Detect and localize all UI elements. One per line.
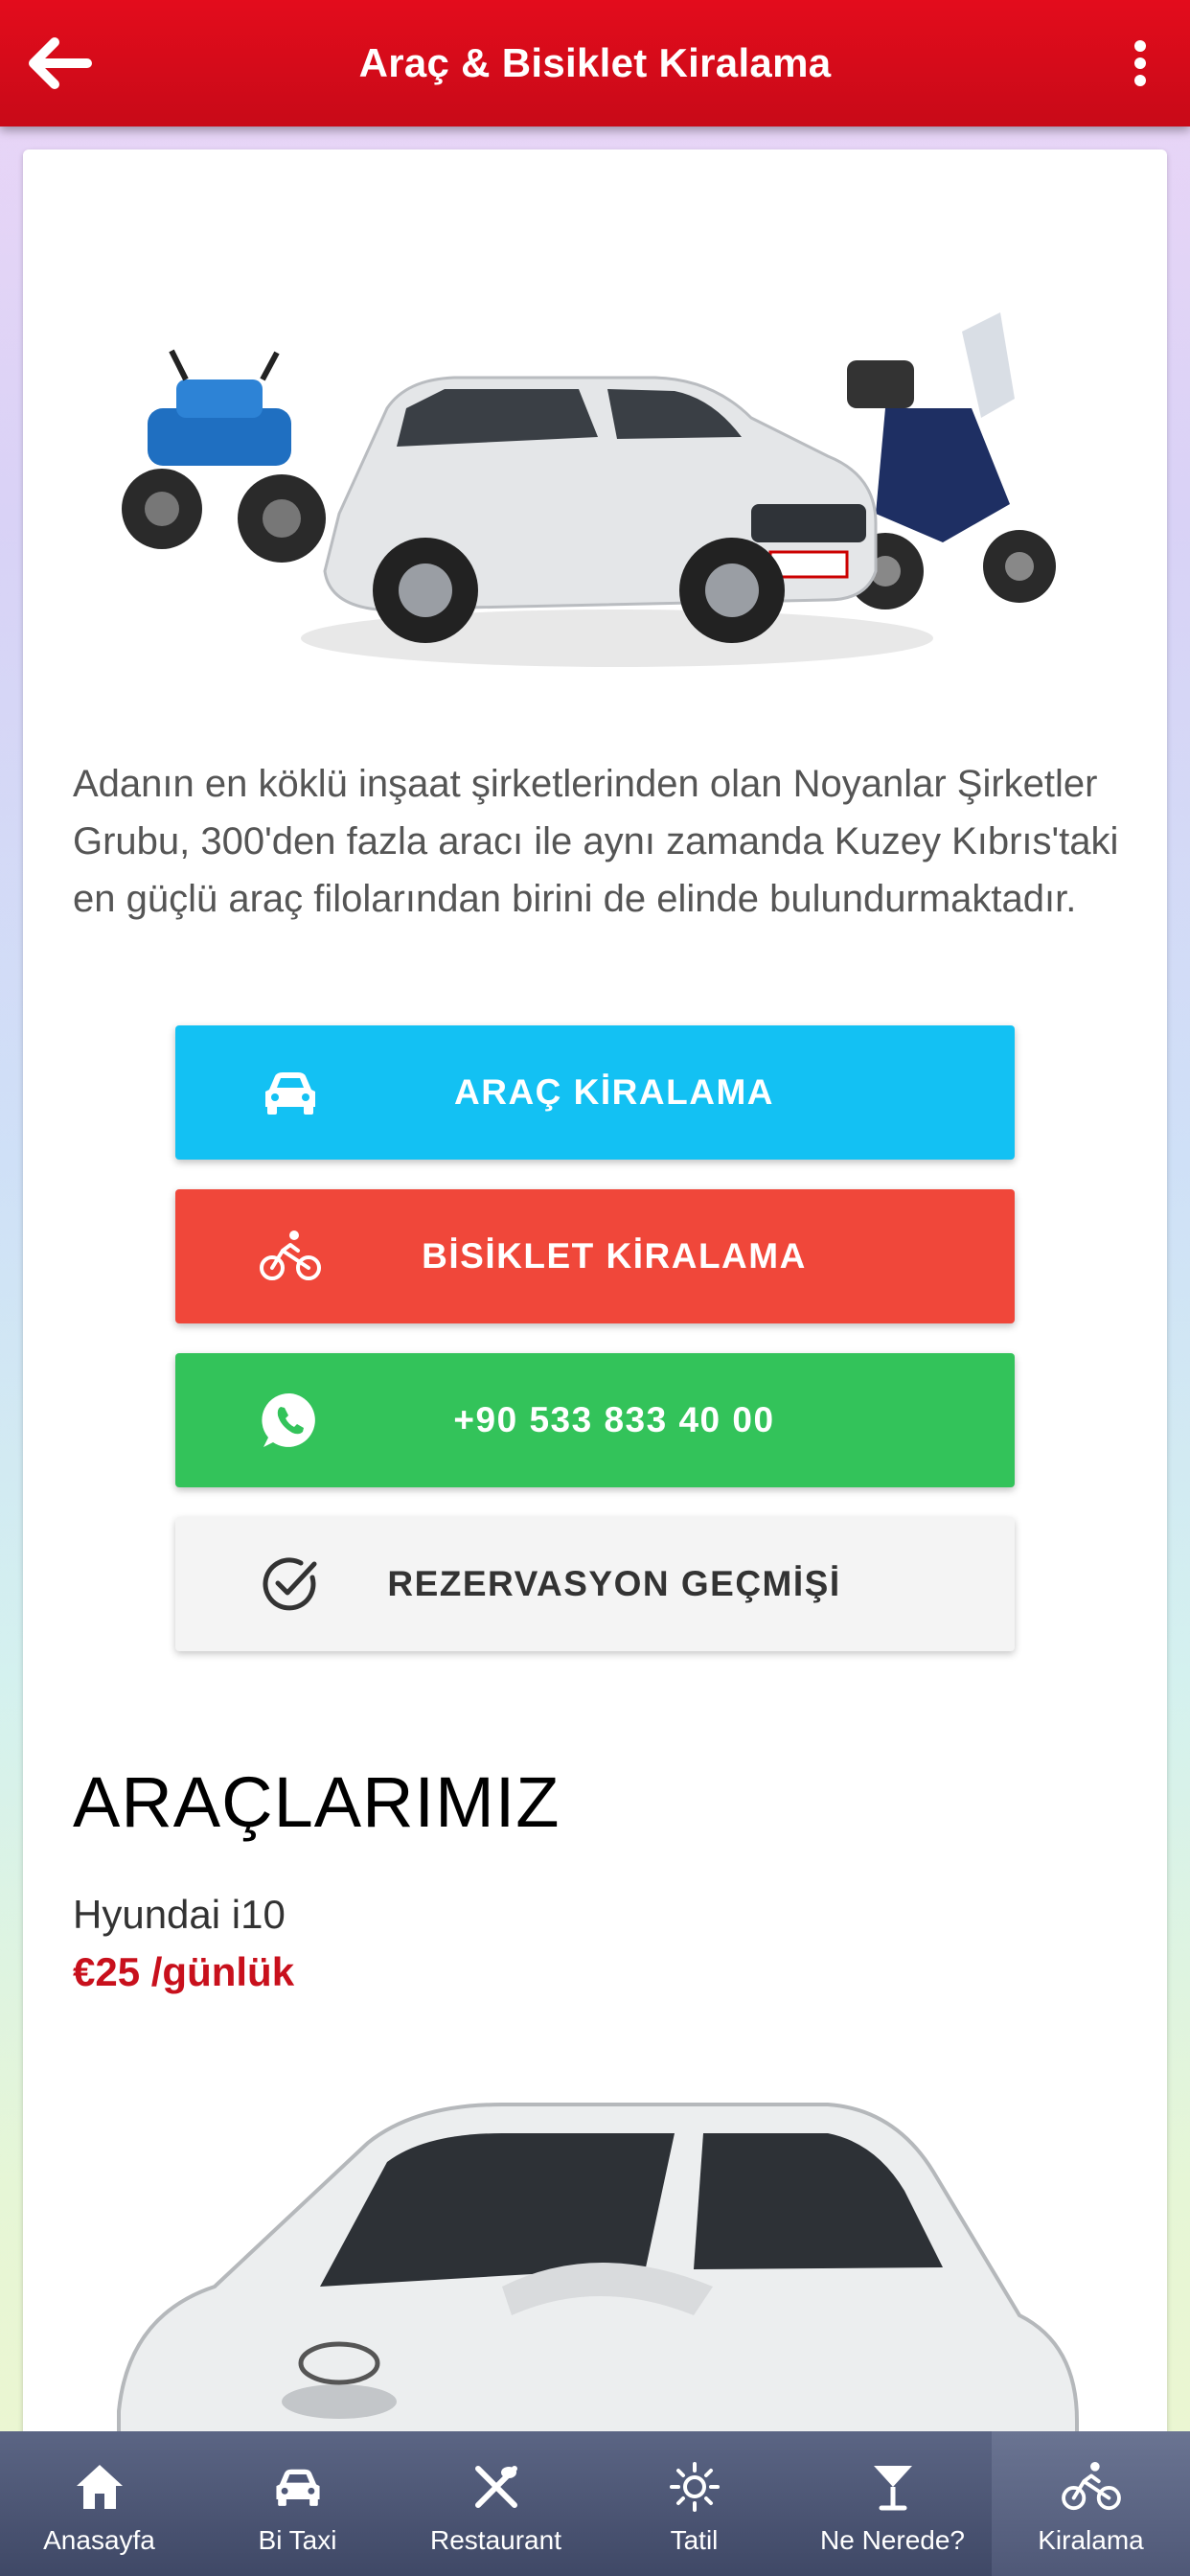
- home-icon: [69, 2460, 130, 2514]
- nav-item-ne-nerede[interactable]: Ne Nerede?: [793, 2431, 992, 2576]
- nav-label: Bi Taxi: [258, 2525, 337, 2555]
- bike-rental-button[interactable]: BİSİKLET KİRALAMA: [175, 1189, 1015, 1323]
- nav-label: Restaurant: [430, 2525, 561, 2555]
- cutlery-icon: [466, 2460, 527, 2514]
- atv-illustration: [122, 349, 326, 563]
- scooter-illustration: [847, 312, 1056, 610]
- whatsapp-call-button[interactable]: +90 533 833 40 00: [175, 1353, 1015, 1487]
- nav-item-tatil[interactable]: Tatil: [595, 2431, 793, 2576]
- hero-vehicles-image: [122, 312, 1056, 667]
- sun-icon: [664, 2460, 725, 2514]
- reservation-history-button[interactable]: REZERVASYON GEÇMİŞİ: [175, 1517, 1015, 1651]
- app-header: Araç & Bisiklet Kiralama: [0, 0, 1190, 126]
- car-rental-button[interactable]: ARAÇ KİRALAMA: [175, 1025, 1015, 1160]
- bicycle-icon: [260, 1226, 321, 1287]
- suv-illustration: [301, 376, 933, 667]
- nav-label: Ne Nerede?: [820, 2525, 965, 2555]
- content-card: Adanın en köklü inşaat şirketlerinden ol…: [23, 150, 1167, 2576]
- back-button[interactable]: [21, 29, 98, 98]
- intro-paragraph: Adanın en köklü inşaat şirketlerinden ol…: [73, 763, 1119, 920]
- nav-item-bi-taxi[interactable]: Bi Taxi: [198, 2431, 397, 2576]
- more-menu-button[interactable]: [1111, 29, 1169, 98]
- car-icon: [267, 2460, 329, 2514]
- nav-item-restaurant[interactable]: Restaurant: [397, 2431, 595, 2576]
- nav-label: Anasayfa: [43, 2525, 155, 2555]
- check-circle-icon: [260, 1553, 321, 1615]
- vehicle-name: Hyundai i10: [73, 1892, 286, 1937]
- bottom-navigation: Anasayfa Bi Taxi Restaurant Tatil Ne Ner…: [0, 2431, 1190, 2576]
- arrow-left-icon: [29, 37, 92, 89]
- car-icon: [260, 1062, 321, 1123]
- bicycle-icon: [1061, 2460, 1122, 2514]
- nav-label: Tatil: [670, 2525, 719, 2555]
- page-title: Araç & Bisiklet Kiralama: [358, 40, 832, 85]
- whatsapp-icon: [260, 1390, 321, 1451]
- vehicle-price: €25 /günlük: [73, 1949, 295, 1994]
- nav-label: Kiralama: [1038, 2525, 1144, 2555]
- nav-item-kiralama[interactable]: Kiralama: [992, 2431, 1190, 2576]
- vehicles-section-title: ARAÇLARIMIZ: [73, 1762, 561, 1842]
- cocktail-icon: [862, 2460, 924, 2514]
- nav-item-anasayfa[interactable]: Anasayfa: [0, 2431, 198, 2576]
- more-vertical-icon: [1134, 40, 1146, 86]
